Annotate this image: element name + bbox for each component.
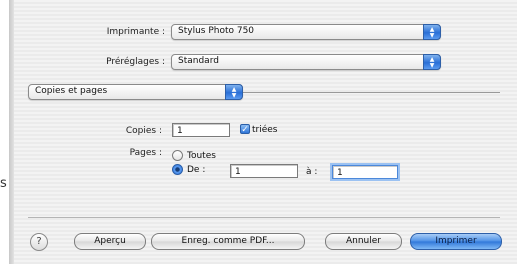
- pages-from-label: De :: [187, 165, 206, 175]
- printer-value: Stylus Photo 750: [178, 26, 255, 36]
- presets-popup[interactable]: Standard ▲ ▼: [171, 54, 441, 70]
- copies-field[interactable]: 1: [172, 123, 230, 137]
- popup-arrows-icon: ▲ ▼: [423, 24, 441, 40]
- presets-value: Standard: [178, 56, 219, 66]
- pages-to-field[interactable]: 1: [332, 165, 398, 179]
- pages-to-label: à :: [306, 167, 318, 177]
- copies-label: Copies :: [125, 126, 162, 136]
- pages-all-label: Toutes: [187, 151, 216, 161]
- popup-arrows-icon: ▲ ▼: [225, 84, 243, 100]
- window-edge: [0, 0, 14, 264]
- save-pdf-button[interactable]: Enreg. comme PDF...: [151, 233, 305, 250]
- printer-label: Imprimante :: [106, 27, 165, 37]
- preview-button[interactable]: Aperçu: [74, 233, 146, 250]
- presets-label: Préréglages :: [106, 57, 165, 67]
- bottom-divider: [28, 217, 500, 218]
- pages-label: Pages :: [129, 148, 162, 158]
- pages-range-radio[interactable]: [172, 164, 183, 175]
- panel-value: Copies et pages: [35, 86, 108, 96]
- print-button[interactable]: Imprimer: [410, 233, 502, 250]
- printer-popup[interactable]: Stylus Photo 750 ▲ ▼: [171, 24, 441, 40]
- pages-all-radio[interactable]: [172, 150, 183, 161]
- popup-arrows-icon: ▲ ▼: [423, 54, 441, 70]
- cancel-button[interactable]: Annuler: [325, 233, 402, 250]
- background-text: s: [0, 176, 7, 191]
- collated-label: triées: [252, 125, 278, 135]
- collated-checkbox[interactable]: ✓: [240, 124, 250, 135]
- help-button[interactable]: ?: [30, 233, 48, 251]
- panel-popup[interactable]: Copies et pages ▲ ▼: [28, 84, 243, 100]
- pages-from-field[interactable]: 1: [230, 164, 298, 178]
